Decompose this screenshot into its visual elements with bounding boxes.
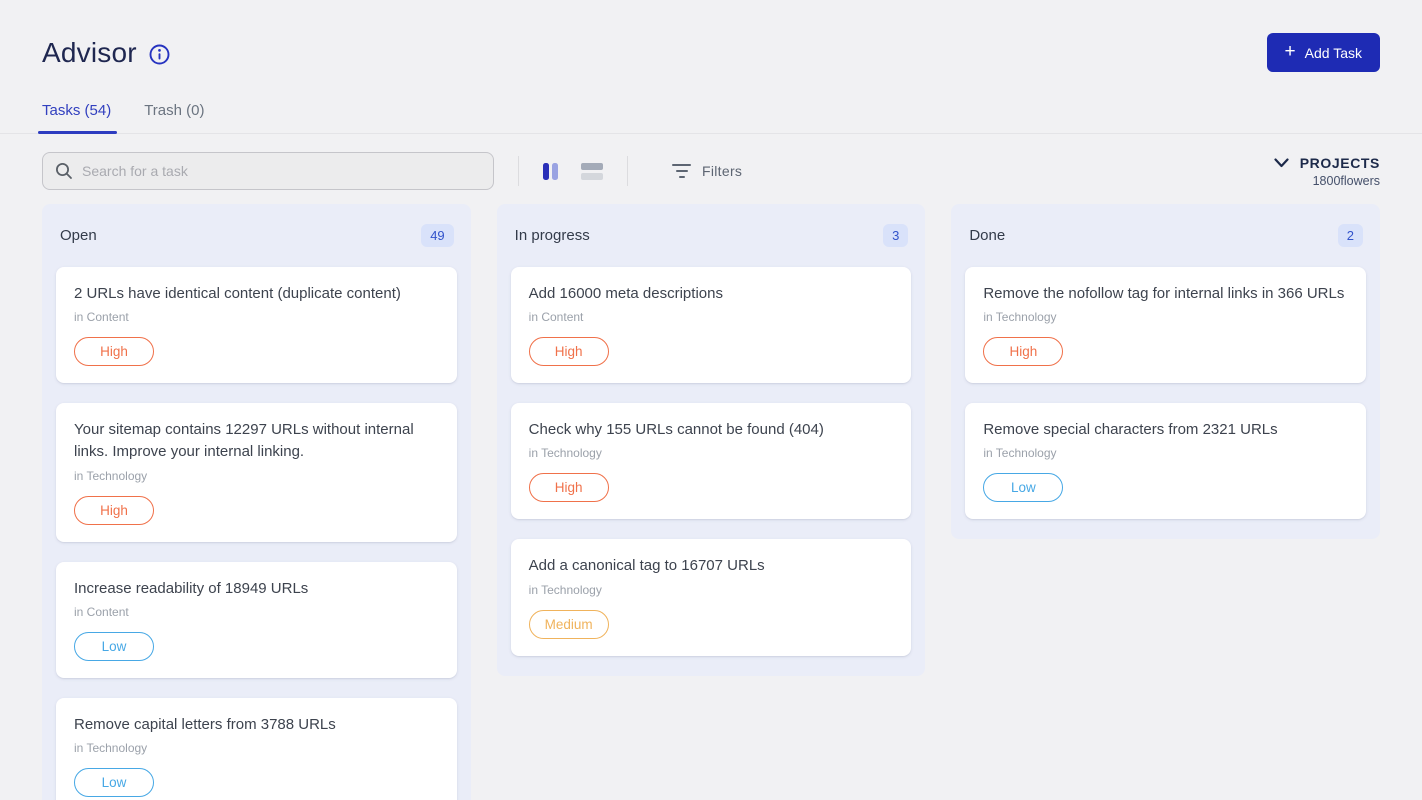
task-title: 2 URLs have identical content (duplicate… [74,283,439,305]
projects-dropdown[interactable]: PROJECTS 1800flowers [1274,155,1380,188]
task-title: Your sitemap contains 12297 URLs without… [74,419,439,463]
list-view-icon[interactable] [581,163,603,180]
task-card[interactable]: Check why 155 URLs cannot be found (404)… [511,403,912,519]
search-box[interactable] [42,152,494,190]
priority-badge: High [529,337,609,366]
task-category: in Content [74,605,439,619]
task-card[interactable]: Remove special characters from 2321 URLs… [965,403,1366,519]
task-title: Add a canonical tag to 16707 URLs [529,555,894,577]
priority-badge: Low [983,473,1063,502]
column-done: Done 2 Remove the nofollow tag for inter… [951,204,1380,539]
add-task-label: Add Task [1305,45,1362,61]
column-title: Open [60,227,97,244]
task-title: Add 16000 meta descriptions [529,283,894,305]
divider [627,156,628,186]
tab-bar: Tasks (54) Trash (0) [0,102,1422,134]
task-title: Check why 155 URLs cannot be found (404) [529,419,894,441]
task-title: Increase readability of 18949 URLs [74,578,439,600]
task-category: in Technology [983,446,1348,460]
tab-trash[interactable]: Trash (0) [144,102,204,133]
count-badge: 49 [421,224,453,247]
priority-badge: High [74,337,154,366]
task-title: Remove special characters from 2321 URLs [983,419,1348,441]
task-card[interactable]: Increase readability of 18949 URLs in Co… [56,562,457,678]
kanban-view-icon[interactable] [543,163,558,180]
filters-button[interactable]: Filters [672,163,742,179]
column-title: In progress [515,227,590,244]
task-card[interactable]: Add 16000 meta descriptions in Content H… [511,267,912,383]
task-category: in Technology [983,310,1348,324]
task-title: Remove capital letters from 3788 URLs [74,714,439,736]
column-header: Open 49 [56,218,457,253]
column-in-progress: In progress 3 Add 16000 meta description… [497,204,926,676]
task-category: in Technology [529,583,894,597]
task-card[interactable]: Your sitemap contains 12297 URLs without… [56,403,457,541]
column-title: Done [969,227,1005,244]
task-card[interactable]: 2 URLs have identical content (duplicate… [56,267,457,383]
toolbar: Filters PROJECTS 1800flowers [0,151,1422,191]
task-category: in Content [74,310,439,324]
tab-tasks[interactable]: Tasks (54) [42,102,111,133]
priority-badge: Low [74,768,154,797]
search-icon [55,162,73,180]
info-icon[interactable] [149,44,170,65]
plus-icon: + [1285,42,1296,61]
count-badge: 3 [883,224,908,247]
chevron-down-icon [1274,158,1289,168]
column-header: Done 2 [965,218,1366,253]
projects-label: PROJECTS [1300,155,1380,171]
priority-badge: High [983,337,1063,366]
task-card[interactable]: Add a canonical tag to 16707 URLs in Tec… [511,539,912,655]
priority-badge: Low [74,632,154,661]
search-input[interactable] [82,163,481,179]
kanban-board: Open 49 2 URLs have identical content (d… [0,204,1422,800]
task-category: in Content [529,310,894,324]
page-title: Advisor [42,37,137,69]
task-category: in Technology [74,469,439,483]
priority-badge: High [529,473,609,502]
column-header: In progress 3 [511,218,912,253]
task-category: in Technology [74,741,439,755]
task-card[interactable]: Remove capital letters from 3788 URLs in… [56,698,457,800]
selected-project: 1800flowers [1274,174,1380,188]
filters-label: Filters [702,163,742,179]
task-category: in Technology [529,446,894,460]
task-title: Remove the nofollow tag for internal lin… [983,283,1348,305]
priority-badge: Medium [529,610,609,639]
page-header: Advisor + Add Task [0,0,1422,72]
add-task-button[interactable]: + Add Task [1267,33,1380,72]
filter-icon [672,164,691,178]
priority-badge: High [74,496,154,525]
count-badge: 2 [1338,224,1363,247]
column-open: Open 49 2 URLs have identical content (d… [42,204,471,800]
task-card[interactable]: Remove the nofollow tag for internal lin… [965,267,1366,383]
divider [518,156,519,186]
